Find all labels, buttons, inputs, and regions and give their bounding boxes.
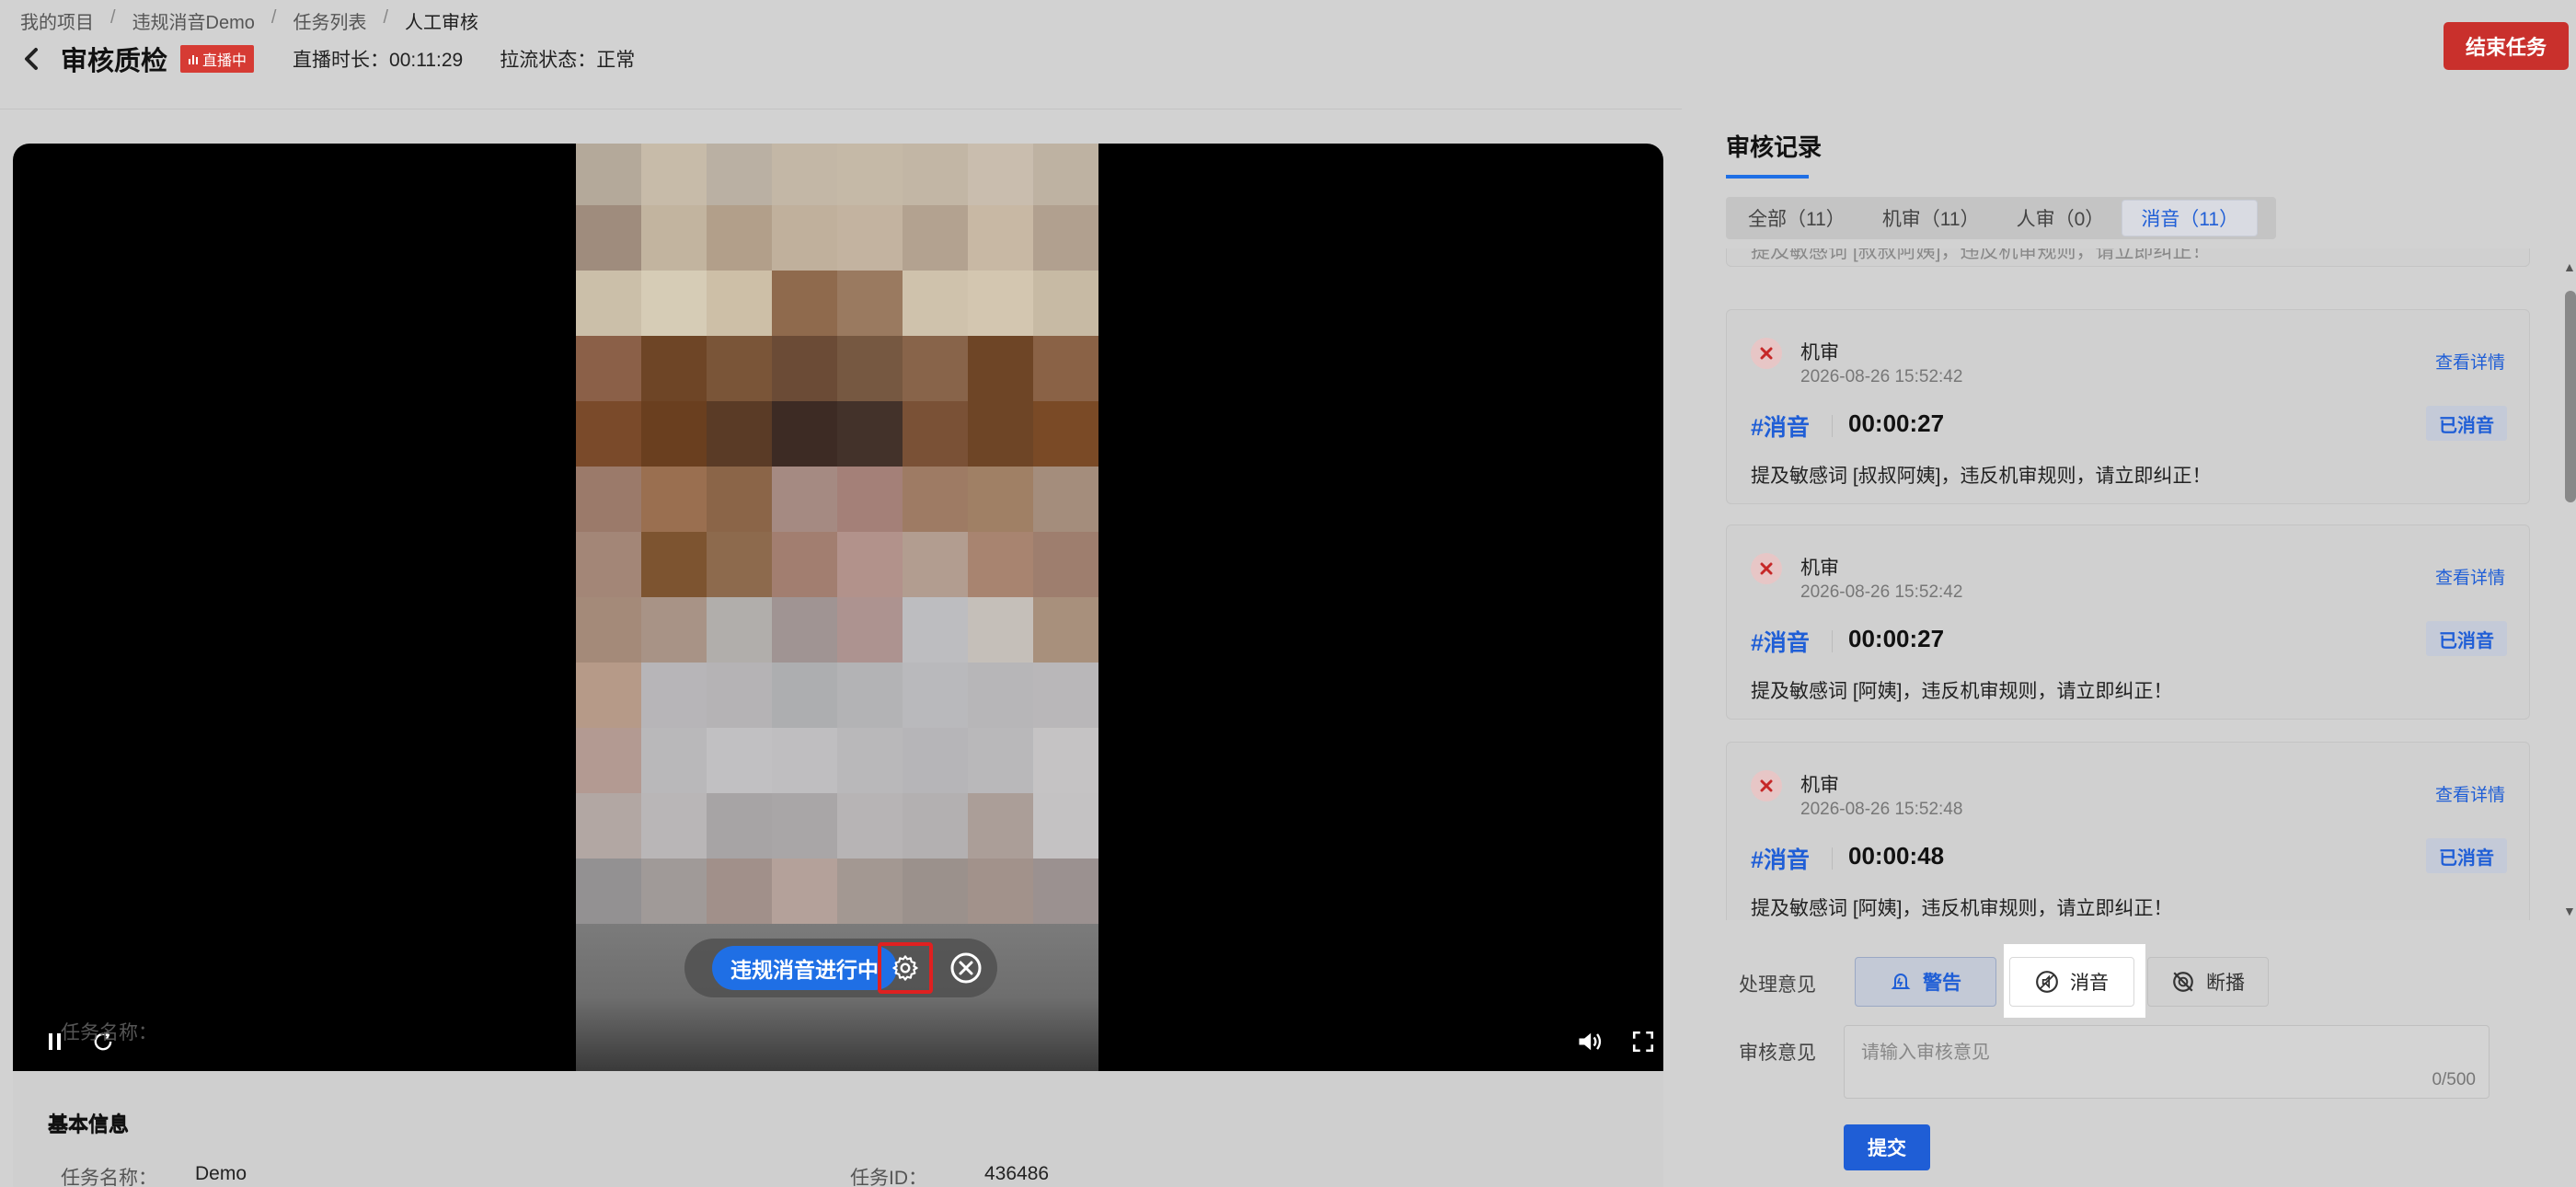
status-badge: 已消音 — [2426, 406, 2507, 441]
tab-mute[interactable]: 消音（11） — [2122, 201, 2258, 236]
record-card: 机审 2026-08-26 15:52:42 查看详情 #消音 00:00:27… — [1726, 524, 2530, 720]
breadcrumb-current: 人工审核 — [405, 13, 479, 33]
bar-chart-icon — [189, 55, 199, 64]
review-records-title: 审核记录 — [1726, 133, 1823, 161]
live-duration: 直播时长：00:11:29 — [293, 50, 464, 71]
record-desc: 提及敏感词 [阿姨]，违反机审规则，请立即纠正！ — [1751, 898, 2173, 919]
record-source: 机审 — [1800, 342, 1839, 363]
fullscreen-button[interactable] — [1627, 1025, 1660, 1058]
breadcrumb-item[interactable]: 违规消音Demo — [132, 7, 255, 34]
comment-field: 0/500 — [1844, 1025, 2490, 1099]
violation-marker — [1751, 770, 1782, 801]
review-record-list[interactable]: 提及敏感词 [叔叔阿姨]，违反机审规则，请立即纠正！ 机审 2026-08-26… — [1726, 248, 2532, 920]
breadcrumb-item[interactable]: 我的项目 — [20, 7, 94, 34]
record-source: 机审 — [1800, 775, 1839, 796]
breadcrumb-item[interactable]: 任务列表 — [293, 7, 366, 34]
player-card: 违规消音进行中 基本信息 任务名称： — [13, 144, 1663, 1187]
view-detail-link[interactable]: 查看详情 — [2435, 781, 2505, 806]
scroll-down-arrow[interactable]: ▼ — [2563, 904, 2576, 918]
mute-status-pill[interactable]: 违规消音进行中 — [712, 946, 897, 990]
back-icon — [25, 48, 38, 70]
record-tag: #消音 — [1751, 847, 1810, 873]
warn-option-label: 警告 — [1923, 973, 1961, 994]
basic-info-heading: 基本信息 — [48, 1112, 130, 1135]
end-task-button[interactable]: 结束任务 — [2444, 22, 2569, 70]
close-icon — [1760, 562, 1773, 575]
task-id-label: 任务ID： — [850, 1168, 927, 1187]
breadcrumb-separator: / — [383, 7, 389, 28]
mute-option-button[interactable]: 消音 — [2009, 957, 2134, 1007]
view-detail-link[interactable]: 查看详情 — [2435, 564, 2505, 589]
submit-button[interactable]: 提交 — [1844, 1124, 1930, 1170]
stream-status: 拉流状态：正常 — [500, 50, 636, 71]
close-icon — [1760, 779, 1773, 792]
bell-icon — [1891, 974, 1911, 989]
tab-all[interactable]: 全部（11） — [1730, 201, 1864, 236]
record-timecode[interactable]: 00:00:48 — [1848, 842, 1944, 870]
record-divider — [1832, 847, 1833, 870]
scroll-up-arrow[interactable]: ▲ — [2563, 259, 2576, 274]
title-row: 审核质检 直播中 直播时长：00:11:29 拉流状态：正常 — [17, 40, 635, 77]
record-desc: 提及敏感词 [叔叔阿姨]，违反机审规则，请立即纠正！ — [1751, 248, 2212, 262]
record-source: 机审 — [1800, 558, 1839, 579]
view-detail-link[interactable]: 查看详情 — [2435, 349, 2505, 374]
record-divider — [1832, 415, 1833, 437]
task-name-label: 任务名称： — [61, 1022, 157, 1043]
record-card: 机审 2026-08-26 15:52:48 查看详情 #消音 00:00:48… — [1726, 742, 2530, 920]
opinion-label: 处理意见 — [1739, 974, 1816, 996]
stop-mute-button[interactable] — [948, 950, 984, 986]
gear-icon — [892, 955, 918, 981]
breadcrumb-separator: / — [270, 7, 277, 28]
record-divider — [1832, 630, 1833, 652]
mute-icon — [2036, 971, 2058, 993]
comment-label: 审核意见 — [1739, 1043, 1816, 1064]
task-name-value: Demo — [195, 1163, 247, 1184]
record-time: 2026-08-26 15:52:42 — [1800, 367, 1963, 386]
scrollbar-thumb[interactable] — [2565, 291, 2576, 502]
warn-option-button[interactable]: 警告 — [1855, 957, 1996, 1007]
page-title: 审核质检 — [61, 47, 168, 76]
tab-human-review[interactable]: 人审（0） — [1998, 201, 2123, 236]
record-desc: 提及敏感词 [阿姨]，违反机审规则，请立即纠正！ — [1751, 681, 2173, 702]
record-card: 机审 2026-08-26 15:52:42 查看详情 #消音 00:00:27… — [1726, 309, 2530, 504]
comment-input[interactable] — [1845, 1026, 2489, 1098]
back-button[interactable] — [17, 44, 46, 74]
fullscreen-icon — [1632, 1031, 1654, 1053]
record-time: 2026-08-26 15:52:42 — [1800, 582, 1963, 602]
mute-settings-button[interactable] — [878, 942, 933, 994]
review-title-underline — [1726, 175, 1809, 179]
video-frame-mosaic — [576, 144, 1098, 924]
record-time: 2026-08-26 15:52:48 — [1800, 800, 1963, 819]
live-badge: 直播中 — [180, 45, 255, 73]
record-tag: #消音 — [1751, 415, 1810, 441]
status-badge: 已消音 — [2426, 621, 2507, 656]
stop-broadcast-option-button[interactable]: 断播 — [2147, 957, 2269, 1007]
comment-char-counter: 0/500 — [2432, 1070, 2476, 1089]
record-timecode[interactable]: 00:00:27 — [1848, 625, 1944, 653]
video-player[interactable]: 违规消音进行中 — [13, 144, 1663, 1071]
volume-button[interactable] — [1573, 1025, 1606, 1058]
tab-machine-review[interactable]: 机审（11） — [1864, 201, 1998, 236]
violation-marker — [1751, 553, 1782, 584]
violation-marker — [1751, 338, 1782, 369]
status-badge: 已消音 — [2426, 838, 2507, 873]
volume-icon — [1579, 1032, 1602, 1051]
review-tabs: 全部（11） 机审（11） 人审（0） 消音（11） — [1726, 197, 2276, 239]
record-tag: #消音 — [1751, 630, 1810, 656]
close-icon — [1760, 347, 1773, 360]
close-circle-icon — [950, 952, 982, 984]
breadcrumb-separator: / — [110, 7, 116, 28]
record-desc: 提及敏感词 [叔叔阿姨]，违反机审规则，请立即纠正！ — [1751, 466, 2212, 487]
breadcrumb: 我的项目 / 违规消音Demo / 任务列表 / 人工审核 — [20, 7, 478, 34]
task-name-label: 任务名称： — [61, 1168, 157, 1187]
record-card-partial: 提及敏感词 [叔叔阿姨]，违反机审规则，请立即纠正！ — [1726, 248, 2530, 267]
stop-broadcast-option-label: 断播 — [2206, 973, 2245, 994]
task-id-value: 436486 — [984, 1163, 1050, 1184]
record-timecode[interactable]: 00:00:27 — [1848, 409, 1944, 438]
stop-broadcast-icon — [2173, 972, 2193, 992]
mute-option-label: 消音 — [2070, 973, 2109, 994]
live-badge-label: 直播中 — [202, 53, 247, 69]
